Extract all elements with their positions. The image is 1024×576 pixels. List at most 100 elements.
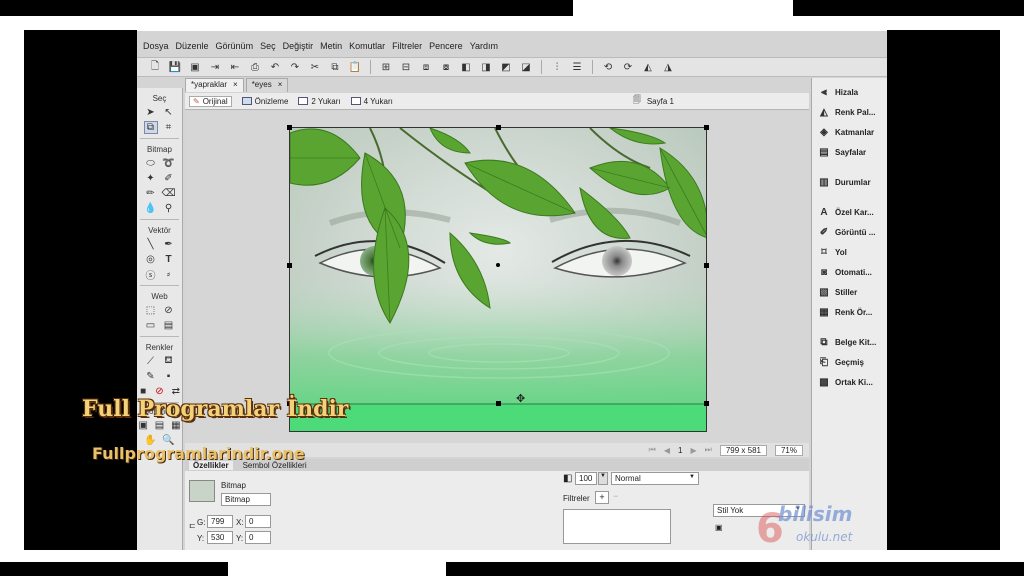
panel-gecmis[interactable]: ⎗ Geçmiş bbox=[812, 352, 887, 372]
panel-katmanlar[interactable]: ◈ Katmanlar bbox=[812, 122, 887, 142]
paint-bucket-icon[interactable]: ⛾ bbox=[162, 355, 176, 368]
blend-mode-select[interactable]: Normal ▼ bbox=[611, 472, 699, 485]
zoom-level[interactable]: 71% bbox=[774, 444, 803, 456]
object-name-field[interactable]: Bitmap bbox=[221, 493, 271, 506]
artwork-image[interactable] bbox=[289, 127, 707, 432]
menu-komutlar[interactable]: Komutlar bbox=[349, 41, 392, 51]
menu-degistir[interactable]: Değiştir bbox=[283, 41, 321, 51]
menu-dosya[interactable]: Dosya bbox=[143, 41, 176, 51]
scale-icon[interactable]: ⧉ bbox=[143, 121, 158, 134]
redo-icon[interactable]: ↷ bbox=[287, 60, 303, 74]
close-icon[interactable]: × bbox=[278, 80, 283, 91]
rotate-left-icon[interactable]: ⟲ bbox=[600, 60, 616, 74]
center-point[interactable] bbox=[496, 263, 500, 267]
panel-otomatik[interactable]: ◙ Otomati... bbox=[812, 262, 887, 282]
panel-yol[interactable]: ⌑ Yol bbox=[812, 242, 887, 262]
menu-metin[interactable]: Metin bbox=[320, 41, 349, 51]
pencil-icon[interactable]: ✏ bbox=[144, 187, 158, 200]
hotspot-icon[interactable]: ⬚ bbox=[144, 304, 158, 317]
lasso-icon[interactable]: ➰ bbox=[162, 157, 176, 170]
close-icon[interactable]: × bbox=[233, 80, 238, 91]
save-icon[interactable]: 💾 bbox=[167, 60, 183, 74]
x-field[interactable]: 0 bbox=[245, 515, 271, 528]
view-original[interactable]: ✎ Orijinal bbox=[189, 95, 232, 107]
distribute-icon[interactable]: ☰ bbox=[569, 60, 585, 74]
height-field[interactable]: 530 bbox=[207, 531, 233, 544]
eraser-icon[interactable]: ⌫ bbox=[161, 187, 175, 200]
panel-belge-kitapligi[interactable]: ⧉ Belge Kit... bbox=[812, 332, 887, 352]
resize-handle[interactable] bbox=[704, 263, 709, 268]
panel-stiller[interactable]: ▧ Stiller bbox=[812, 282, 887, 302]
slice-icon[interactable]: ⊘ bbox=[162, 304, 176, 317]
menu-yardim[interactable]: Yardım bbox=[470, 41, 505, 51]
line-icon[interactable]: ╲ bbox=[144, 238, 158, 251]
split-icon[interactable]: ⧇ bbox=[438, 60, 454, 74]
resize-handle[interactable] bbox=[496, 125, 501, 130]
resize-handle[interactable] bbox=[287, 125, 292, 130]
show-slices-icon[interactable]: ▤ bbox=[162, 319, 176, 332]
menu-duzenle[interactable]: Düzenle bbox=[176, 41, 216, 51]
y-field[interactable]: 0 bbox=[245, 531, 271, 544]
hide-slices-icon[interactable]: ▭ bbox=[144, 319, 158, 332]
resize-handle[interactable] bbox=[704, 401, 709, 406]
export-icon[interactable]: ⇤ bbox=[227, 60, 243, 74]
menu-sec[interactable]: Seç bbox=[260, 41, 283, 51]
resize-handle[interactable] bbox=[496, 401, 501, 406]
panel-renk-paleti[interactable]: ◭ Renk Pal... bbox=[812, 102, 887, 122]
view-preview[interactable]: Önizleme bbox=[241, 97, 288, 106]
rubber-stamp-icon[interactable]: ⚲ bbox=[162, 202, 176, 215]
fill-color-icon[interactable]: ▪ bbox=[162, 370, 176, 383]
width-field[interactable]: 799 bbox=[207, 515, 233, 528]
copy-icon[interactable]: ⧉ bbox=[327, 60, 343, 74]
panel-ozel-karakterler[interactable]: A Özel Kar... bbox=[812, 202, 887, 222]
rotate-right-icon[interactable]: ⟳ bbox=[620, 60, 636, 74]
new-file-icon[interactable]: 🗋 bbox=[147, 60, 163, 74]
opacity-dropdown-icon[interactable]: ▼ bbox=[598, 472, 608, 485]
tab-eyes[interactable]: *eyes × bbox=[245, 78, 289, 92]
marquee-icon[interactable]: ⬭ bbox=[144, 157, 158, 170]
play-icon[interactable]: ▶ bbox=[690, 446, 696, 455]
opacity-field[interactable]: 100 bbox=[575, 472, 597, 485]
group-icon[interactable]: ⊞ bbox=[378, 60, 394, 74]
join-icon[interactable]: ⧈ bbox=[418, 60, 434, 74]
paste-icon[interactable]: 📋 bbox=[347, 60, 363, 74]
flip-horizontal-icon[interactable]: ◭ bbox=[640, 60, 656, 74]
cut-icon[interactable]: ✂ bbox=[307, 60, 323, 74]
align-dropdown-icon[interactable]: ⫶ bbox=[549, 60, 565, 74]
undo-icon[interactable]: ↶ bbox=[267, 60, 283, 74]
freeform-icon[interactable]: ⓢ bbox=[144, 268, 158, 282]
text-icon[interactable]: T bbox=[162, 253, 176, 266]
menu-filtreler[interactable]: Filtreler bbox=[392, 41, 429, 51]
bring-forward-icon[interactable]: ◨ bbox=[478, 60, 494, 74]
bring-front-icon[interactable]: ◧ bbox=[458, 60, 474, 74]
filters-list[interactable] bbox=[563, 509, 671, 544]
menu-gorunum[interactable]: Görünüm bbox=[216, 41, 261, 51]
ungroup-icon[interactable]: ⊟ bbox=[398, 60, 414, 74]
eyedropper-icon[interactable]: ⟋ bbox=[144, 355, 158, 368]
send-back-icon[interactable]: ◪ bbox=[518, 60, 534, 74]
flip-vertical-icon[interactable]: ◮ bbox=[660, 60, 676, 74]
send-backward-icon[interactable]: ◩ bbox=[498, 60, 514, 74]
pen-icon[interactable]: ✒ bbox=[162, 238, 176, 251]
import-icon[interactable]: ⇥ bbox=[207, 60, 223, 74]
resize-handle[interactable] bbox=[287, 263, 292, 268]
view-4up[interactable]: 4 Yukarı bbox=[350, 97, 393, 106]
brush-icon[interactable]: ✐ bbox=[162, 172, 176, 185]
panel-sayfalar[interactable]: ▤ Sayfalar bbox=[812, 142, 887, 162]
prev-page-icon[interactable]: ◀ bbox=[664, 446, 670, 455]
ellipse-icon[interactable]: ◎ bbox=[144, 253, 158, 266]
remove-filter-button[interactable]: − bbox=[613, 491, 618, 501]
pointer-icon[interactable]: ➤ bbox=[144, 106, 158, 119]
add-filter-button[interactable]: + bbox=[595, 491, 609, 504]
panel-durumlar[interactable]: ▥ Durumlar bbox=[812, 172, 887, 192]
panel-renk-ornekleri[interactable]: ▦ Renk Ör... bbox=[812, 302, 887, 322]
link-icon[interactable]: ⊏ bbox=[189, 521, 196, 530]
view-2up[interactable]: 2 Yukarı bbox=[298, 97, 341, 106]
magic-wand-icon[interactable]: ✦ bbox=[144, 172, 158, 185]
resize-handle[interactable] bbox=[704, 125, 709, 130]
subselect-icon[interactable]: ↖ bbox=[162, 106, 176, 119]
open-icon[interactable]: ▣ bbox=[187, 60, 203, 74]
blur-icon[interactable]: 💧 bbox=[144, 202, 158, 215]
panel-ortak-kitaplik[interactable]: ▩ Ortak Ki... bbox=[812, 372, 887, 392]
menu-pencere[interactable]: Pencere bbox=[429, 41, 470, 51]
